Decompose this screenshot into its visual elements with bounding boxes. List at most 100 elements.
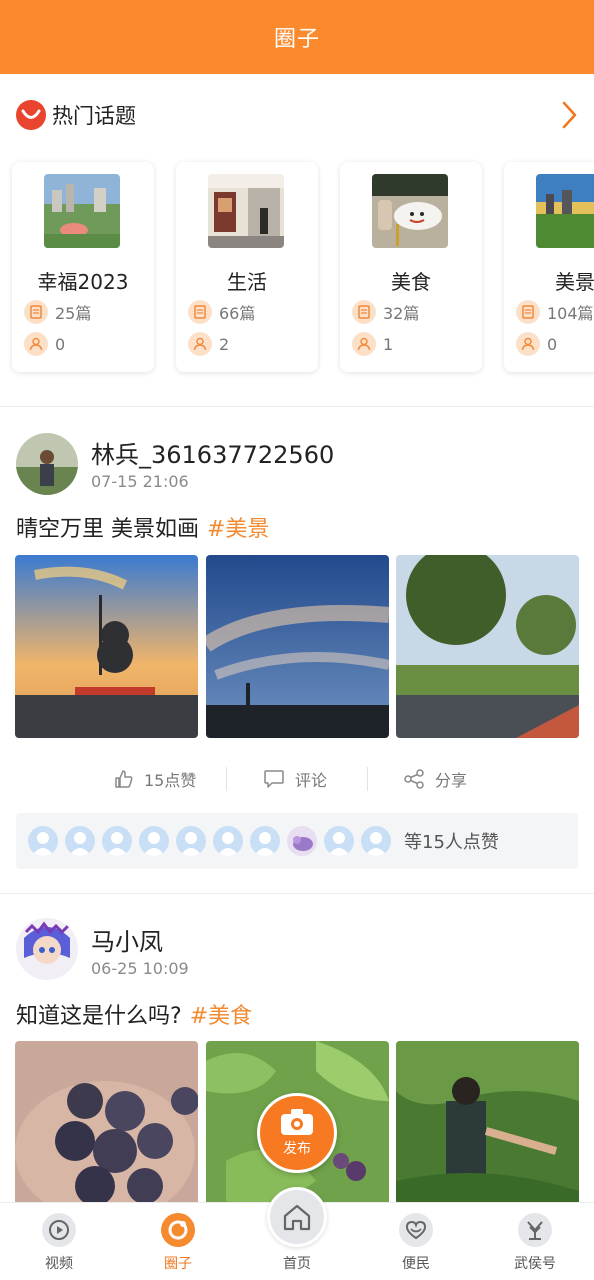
nav-label: 武侯号	[514, 1256, 556, 1272]
nav-label: 视频	[45, 1256, 73, 1272]
liker-avatar-icon	[250, 826, 280, 856]
post-tag[interactable]: #美食	[190, 1004, 252, 1029]
topic-image	[372, 174, 448, 248]
topic-followers-count: 0	[547, 334, 558, 354]
topic-followers: 2	[188, 332, 229, 356]
hot-topics-logo-icon	[16, 100, 46, 130]
user-icon	[352, 332, 376, 356]
post-time: 07-15 21:06	[91, 472, 189, 491]
post-tag[interactable]: #美景	[207, 517, 269, 542]
topic-image	[208, 174, 284, 248]
post-author[interactable]: 林兵_361637722560	[91, 435, 334, 470]
topic-image	[44, 174, 120, 248]
home-icon	[267, 1187, 327, 1247]
topic-followers-count: 1	[383, 334, 394, 354]
avatar[interactable]	[16, 433, 78, 495]
user-icon	[188, 332, 212, 356]
topic-card[interactable]: 幸福2023 25篇 0	[12, 162, 154, 372]
document-icon	[188, 300, 212, 324]
document-icon	[516, 300, 540, 324]
post-actions: 15点赞 评论 分享	[0, 761, 594, 797]
share-button[interactable]: 分享	[403, 767, 467, 791]
post-text: 知道这是什么吗?	[16, 1004, 182, 1029]
document-icon	[24, 300, 48, 324]
topic-followers: 0	[516, 332, 557, 356]
topic-image	[536, 174, 594, 248]
like-button[interactable]: 15点赞	[114, 767, 196, 791]
post-text: 晴空万里 美景如画	[16, 517, 199, 542]
document-icon	[352, 300, 376, 324]
liker-avatar-icon	[28, 826, 58, 856]
camera-icon	[281, 1109, 313, 1135]
hot-topics-header[interactable]: 热门话题	[0, 74, 594, 156]
post-image[interactable]	[15, 555, 198, 738]
nav-item-circle[interactable]: 圈子	[119, 1203, 237, 1280]
publish-button[interactable]: 发布	[257, 1093, 337, 1173]
bottom-nav: 视频 圈子 首页 便民 武侯号	[0, 1187, 594, 1280]
topic-posts-count: 104篇	[547, 304, 594, 323]
video-play-icon	[42, 1213, 76, 1247]
nav-item-video[interactable]: 视频	[0, 1203, 118, 1280]
topic-followers-count: 2	[219, 334, 230, 354]
chevron-right-icon[interactable]	[558, 100, 580, 130]
topic-posts: 25篇	[24, 300, 91, 324]
post-card: 林兵_361637722560 07-15 21:06 晴空万里 美景如画 #美景…	[0, 407, 594, 893]
post-image[interactable]	[206, 555, 389, 738]
topic-name: 美食	[391, 270, 431, 294]
topic-card[interactable]: 美景 104篇 0	[504, 162, 594, 372]
comment-button[interactable]: 评论	[263, 767, 327, 791]
hot-topics-title: 热门话题	[52, 104, 136, 128]
user-icon	[24, 332, 48, 356]
publish-label: 发布	[283, 1141, 311, 1157]
share-label: 分享	[435, 771, 468, 790]
topic-posts: 104篇	[516, 300, 594, 324]
liker-avatar-icon	[102, 826, 132, 856]
liker-avatar-icon	[139, 826, 169, 856]
page: 圈子 热门话题 幸福2023 25篇 0 生活 66篇 2 美食 32篇 1 美…	[0, 0, 594, 1280]
app-header: 圈子	[0, 0, 594, 74]
user-icon	[516, 332, 540, 356]
likers-bar[interactable]: 等15人点赞	[16, 813, 578, 869]
nav-label: 圈子	[164, 1256, 192, 1272]
post-author[interactable]: 马小凤	[91, 922, 163, 957]
nav-item-home[interactable]: 首页	[238, 1187, 356, 1280]
liker-avatar-icon	[176, 826, 206, 856]
topic-card[interactable]: 生活 66篇 2	[176, 162, 318, 372]
nav-item-service[interactable]: 便民	[357, 1203, 475, 1280]
liker-avatar-icon	[213, 826, 243, 856]
liker-avatar-icon	[65, 826, 95, 856]
post-image[interactable]	[396, 1041, 579, 1224]
topic-name: 美景	[555, 270, 594, 294]
post-content: 知道这是什么吗? #美食	[16, 998, 252, 1030]
comment-label: 评论	[295, 771, 328, 790]
topic-followers: 1	[352, 332, 393, 356]
post-image[interactable]	[396, 555, 579, 738]
post-content: 晴空万里 美景如画 #美景	[16, 511, 269, 543]
topic-card[interactable]: 美食 32篇 1	[340, 162, 482, 372]
topic-followers: 0	[24, 332, 65, 356]
avatar[interactable]	[16, 918, 78, 980]
post-time: 06-25 10:09	[91, 959, 189, 978]
like-count: 15点赞	[144, 771, 197, 790]
nav-label: 首页	[283, 1256, 311, 1272]
page-title: 圈子	[273, 27, 320, 52]
action-divider	[367, 767, 368, 791]
heart-hands-icon	[399, 1213, 433, 1247]
action-divider	[226, 767, 227, 791]
post-image[interactable]	[15, 1041, 198, 1224]
liker-avatar-icon	[287, 826, 317, 856]
topic-name: 生活	[227, 270, 267, 294]
nav-label: 便民	[402, 1256, 430, 1272]
likers-summary: 等15人点赞	[404, 832, 499, 853]
topic-posts: 66篇	[188, 300, 255, 324]
topic-posts-count: 32篇	[383, 304, 420, 323]
topic-posts-count: 66篇	[219, 304, 256, 323]
liker-avatar-icon	[324, 826, 354, 856]
nav-item-wuhou[interactable]: 武侯号	[476, 1203, 594, 1280]
hot-topics-list: 幸福2023 25篇 0 生活 66篇 2 美食 32篇 1 美景 104篇 0	[0, 156, 594, 406]
topic-followers-count: 0	[55, 334, 66, 354]
wuhou-icon	[518, 1213, 552, 1247]
liker-avatar-icon	[361, 826, 391, 856]
topic-posts: 32篇	[352, 300, 419, 324]
topic-posts-count: 25篇	[55, 304, 92, 323]
